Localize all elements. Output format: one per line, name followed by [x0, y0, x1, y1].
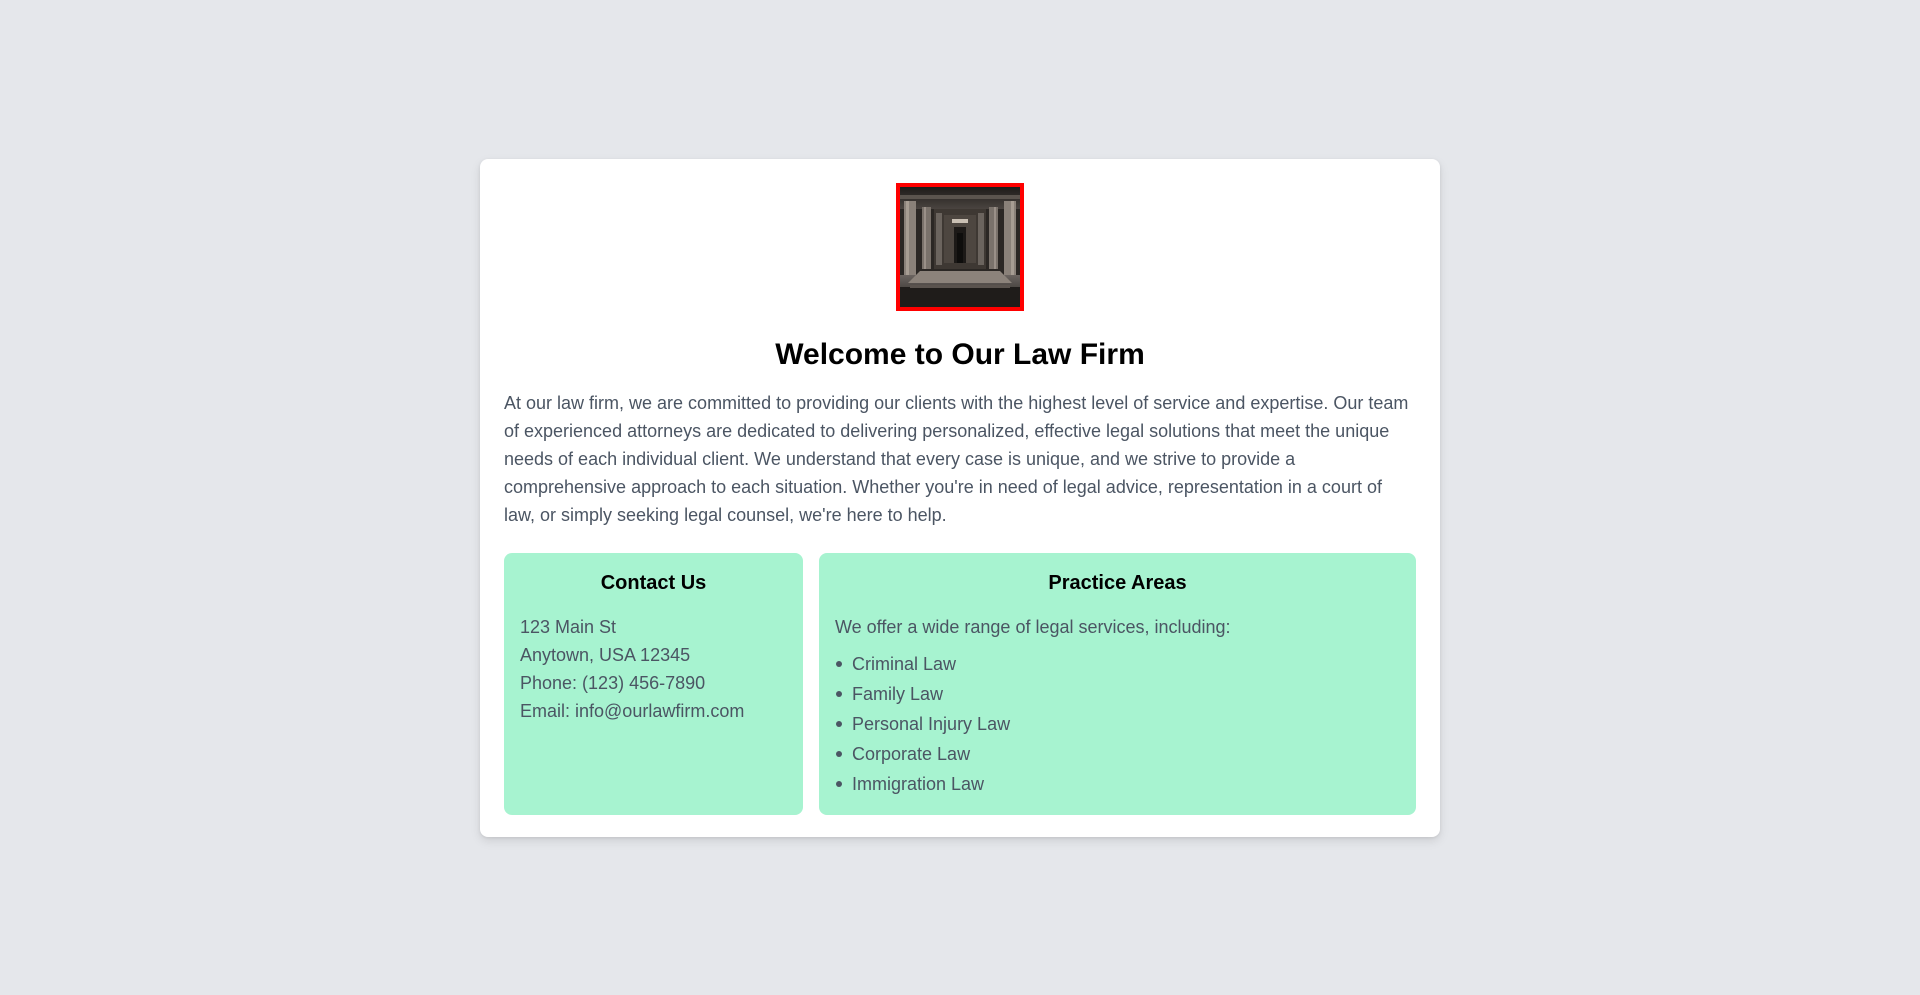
courthouse-hall-image [900, 187, 1020, 307]
contact-address-line: 123 Main St [520, 617, 617, 637]
practice-item-label: Corporate Law [852, 744, 971, 764]
bullet-icon [836, 781, 842, 787]
page-title: Welcome to Our Law Firm [775, 338, 1145, 371]
bullet-icon [836, 751, 842, 757]
practice-item-label: Family Law [852, 684, 944, 704]
bullet-icon [836, 661, 842, 667]
intro-paragraph: At our law firm, we are committed to pro… [504, 393, 1409, 525]
practice-areas-panel: Practice Areas We offer a wide range of … [819, 553, 1416, 815]
contact-email: Email: info@ourlawfirm.com [520, 701, 745, 721]
practice-item-label: Personal Injury Law [852, 714, 1011, 734]
contact-phone: Phone: (123) 456-7890 [520, 673, 706, 693]
list-item: Immigration Law [835, 769, 1400, 799]
practice-item-label: Immigration Law [852, 774, 985, 794]
bullet-icon [836, 691, 842, 697]
practice-heading: Practice Areas [1048, 572, 1187, 594]
contact-panel: Contact Us 123 Main St Anytown, USA 1234… [504, 553, 803, 815]
list-item: Personal Injury Law [835, 709, 1400, 739]
contact-details: 123 Main St Anytown, USA 12345 Phone: (1… [520, 613, 787, 725]
list-item: Criminal Law [835, 649, 1400, 679]
main-card: Welcome to Our Law Firm At our law firm,… [480, 159, 1440, 837]
practice-list: Criminal Law Family Law Personal Injury … [835, 649, 1400, 799]
info-columns: Contact Us 123 Main St Anytown, USA 1234… [504, 553, 1416, 815]
practice-description: We offer a wide range of legal services,… [835, 617, 1231, 637]
practice-item-label: Criminal Law [852, 654, 957, 674]
contact-city-line: Anytown, USA 12345 [520, 645, 691, 665]
list-item: Corporate Law [835, 739, 1400, 769]
list-item: Family Law [835, 679, 1400, 709]
contact-heading: Contact Us [600, 572, 707, 594]
firm-logo-image [896, 183, 1024, 311]
bullet-icon [836, 721, 842, 727]
